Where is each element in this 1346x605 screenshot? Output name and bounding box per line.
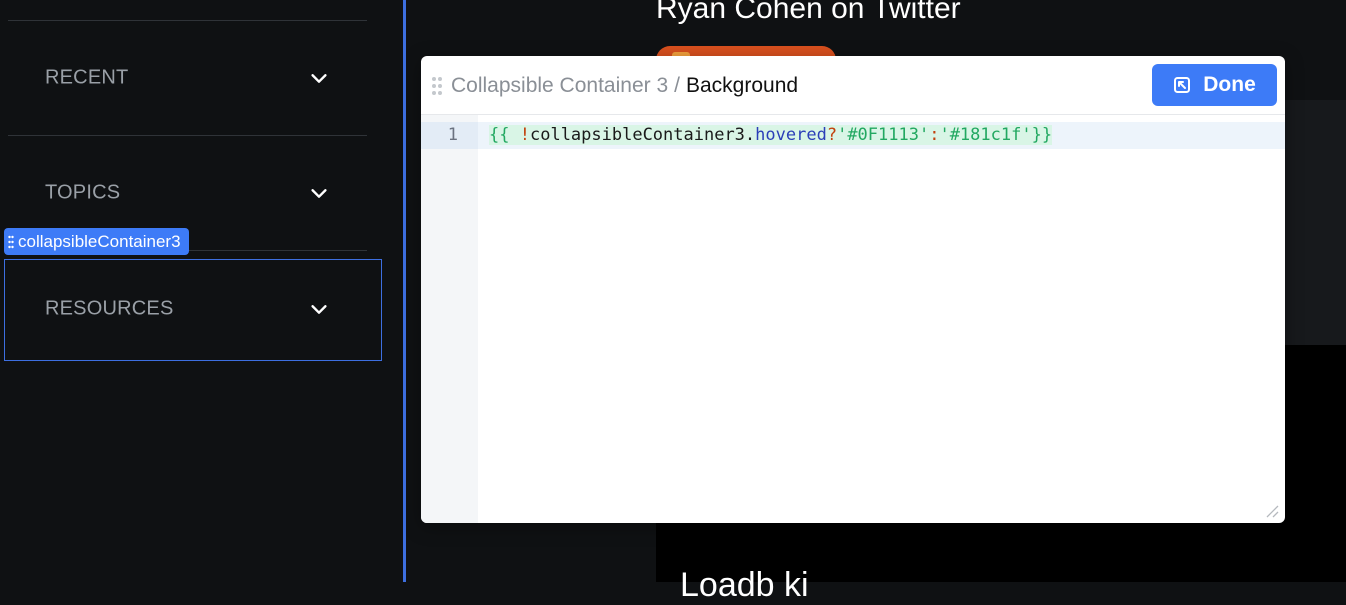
code-token: {{: [489, 125, 510, 145]
sidebar-item-label: TOPICS: [45, 181, 121, 204]
code-token: }}: [1031, 125, 1053, 145]
sidebar-item-resources[interactable]: RESOURCES: [8, 279, 367, 339]
code-editor-modal: Collapsible Container 3/Background Done …: [421, 56, 1285, 523]
code-token: .: [744, 125, 756, 145]
code-token: collapsibleContainer3: [529, 125, 745, 145]
code-token: ?: [826, 125, 838, 145]
sidebar-item-topics[interactable]: TOPICS: [8, 163, 367, 223]
collapse-icon: [1174, 77, 1191, 93]
sidebar-item-recent[interactable]: RECENT: [8, 48, 367, 108]
breadcrumb-separator: /: [674, 74, 680, 97]
chevron-down-icon[interactable]: [308, 298, 330, 320]
code-token: hovered: [755, 125, 827, 145]
done-button-label: Done: [1203, 73, 1256, 96]
line-gutter: [421, 115, 478, 523]
background-page-title: Ryan Cohen on Twitter: [656, 0, 961, 25]
divider: [8, 135, 367, 136]
breadcrumb: Collapsible Container 3 /Background: [451, 74, 798, 98]
resize-handle-icon[interactable]: [1263, 502, 1279, 518]
drag-handle-icon[interactable]: [8, 235, 14, 249]
done-button[interactable]: Done: [1152, 64, 1277, 106]
drag-handle-icon[interactable]: [430, 75, 444, 97]
chevron-down-icon[interactable]: [308, 67, 330, 89]
sidebar: RECENT TOPICS RESOURCES collapsibleConta…: [0, 0, 405, 582]
modal-header: Collapsible Container 3 /Background Done: [421, 56, 1285, 115]
background-heading-partial: Loadb ki: [680, 566, 809, 604]
code-token: '#0F1113': [837, 125, 930, 145]
sidebar-item-label: RESOURCES: [45, 297, 174, 320]
canvas-selection-edge: [403, 0, 406, 582]
line-number: 1: [447, 125, 458, 145]
code-token: '#181c1f': [939, 125, 1032, 145]
code-input[interactable]: {{ !collapsibleContainer3.hovered?'#0F11…: [489, 122, 1053, 149]
component-name-label: collapsibleContainer3: [18, 231, 181, 251]
sidebar-item-label: RECENT: [45, 66, 129, 89]
breadcrumb-current: Background: [685, 74, 799, 97]
code-token: !: [519, 125, 530, 145]
chevron-down-icon[interactable]: [308, 182, 330, 204]
divider: [8, 20, 367, 21]
code-token: :: [929, 125, 940, 145]
breadcrumb-parent[interactable]: Collapsible Container 3: [451, 74, 668, 97]
component-name-tag[interactable]: collapsibleContainer3: [4, 228, 189, 255]
